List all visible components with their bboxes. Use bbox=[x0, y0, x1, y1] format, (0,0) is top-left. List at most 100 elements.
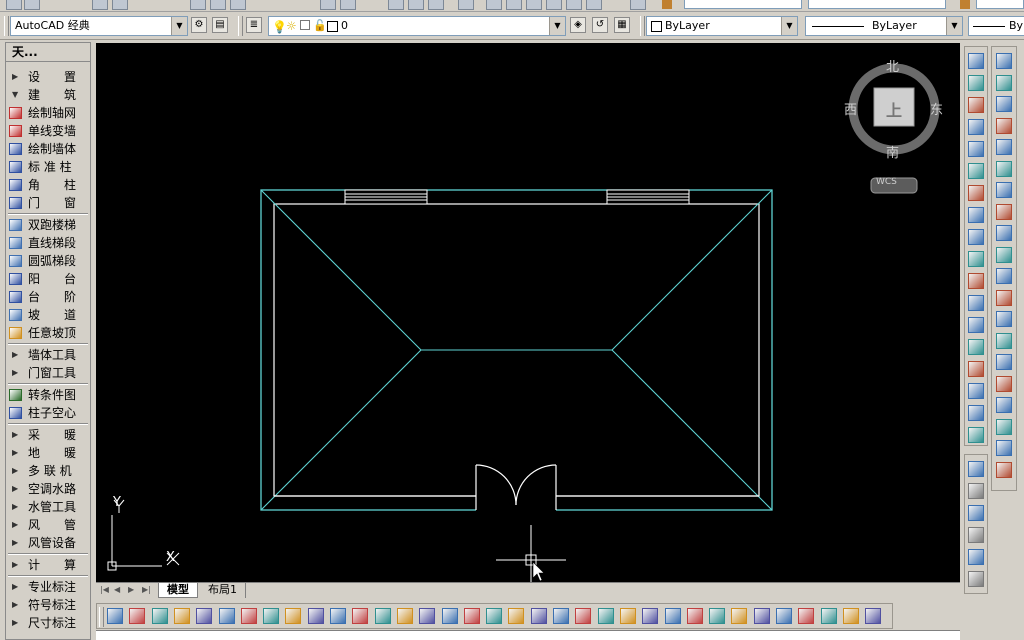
zoom-realtime-icon[interactable] bbox=[408, 0, 424, 10]
expand-arrow-icon[interactable]: ▶ bbox=[12, 556, 18, 574]
fillet-icon[interactable] bbox=[968, 383, 984, 399]
arc-dim-icon[interactable] bbox=[240, 608, 257, 624]
help-icon[interactable] bbox=[630, 0, 646, 10]
viewcube[interactable] bbox=[848, 63, 940, 194]
palette-item[interactable]: 柱子空心 bbox=[6, 404, 90, 422]
expand-arrow-icon[interactable]: ▶ bbox=[12, 426, 18, 444]
tab-prev-icon[interactable]: ◀ bbox=[114, 585, 120, 594]
expand-arrow-icon[interactable]: ▶ bbox=[12, 614, 18, 632]
palette-item[interactable]: 任意坡顶 bbox=[6, 324, 90, 342]
expand-arrow-icon[interactable]: ▶ bbox=[12, 346, 18, 364]
chevron-down-icon[interactable]: ▼ bbox=[781, 17, 797, 35]
blend-icon[interactable] bbox=[968, 405, 984, 421]
extend-icon[interactable] bbox=[968, 273, 984, 289]
zoom-window-icon[interactable] bbox=[428, 0, 444, 10]
tab-first-icon[interactable]: |◀ bbox=[100, 585, 109, 594]
toolbar-grip[interactable] bbox=[4, 16, 9, 36]
send-to-back-icon[interactable] bbox=[968, 483, 984, 499]
line-icon[interactable] bbox=[996, 53, 1012, 69]
edit-tool-icon[interactable] bbox=[798, 608, 815, 624]
palette-item[interactable]: 绘制轴网 bbox=[6, 104, 90, 122]
viewcube-north-label[interactable]: 北 bbox=[886, 56, 899, 75]
palette-item[interactable]: 绘制墙体 bbox=[6, 140, 90, 158]
palette-item[interactable]: 台 阶 bbox=[6, 288, 90, 306]
expand-arrow-icon[interactable]: ▶ bbox=[12, 534, 18, 552]
collapse-arrow-icon[interactable]: ▼ bbox=[12, 86, 18, 104]
toolbar-grip[interactable] bbox=[238, 16, 243, 36]
text-to-front-icon[interactable] bbox=[968, 549, 984, 565]
workspace-combo[interactable]: AutoCAD 经典 ▼ bbox=[10, 16, 188, 36]
workspace-save-icon[interactable]: ▤ bbox=[212, 17, 228, 33]
axis-dim-icon[interactable] bbox=[218, 608, 235, 624]
wall-dim-icon[interactable] bbox=[307, 608, 324, 624]
chevron-down-icon[interactable]: ▼ bbox=[946, 17, 962, 35]
copy-object-icon[interactable] bbox=[968, 75, 984, 91]
stair-dim-icon[interactable] bbox=[396, 608, 413, 624]
palette-title[interactable]: 天... bbox=[6, 43, 90, 62]
chevron-down-icon[interactable]: ▼ bbox=[171, 17, 187, 35]
rectangle-icon[interactable] bbox=[996, 139, 1012, 155]
arc-icon[interactable] bbox=[996, 160, 1012, 177]
grid-dim-icon[interactable] bbox=[419, 608, 436, 624]
design-center-icon[interactable] bbox=[506, 0, 522, 10]
tab-model[interactable]: 模型 bbox=[158, 583, 198, 598]
insert-block-icon[interactable] bbox=[996, 289, 1012, 306]
circle-icon[interactable] bbox=[996, 182, 1012, 198]
hatch-fill-icon[interactable] bbox=[686, 608, 703, 624]
linetype-combo[interactable]: ByLayer ▼ bbox=[805, 16, 963, 36]
palette-item[interactable]: 门 窗 bbox=[6, 194, 90, 212]
erase-icon[interactable] bbox=[968, 53, 984, 69]
preview-icon[interactable] bbox=[112, 0, 128, 10]
palette-item[interactable]: ▶ 风管设备 bbox=[6, 534, 90, 552]
properties-icon[interactable] bbox=[486, 0, 502, 10]
new-icon[interactable] bbox=[6, 0, 22, 10]
cut-icon[interactable] bbox=[190, 0, 206, 10]
viewcube-east-label[interactable]: 东 bbox=[930, 99, 943, 118]
expand-arrow-icon[interactable]: ▶ bbox=[12, 444, 18, 462]
cut-icon[interactable] bbox=[508, 608, 525, 624]
palette-item[interactable]: 角 柱 bbox=[6, 176, 90, 194]
scale-icon[interactable] bbox=[968, 207, 984, 223]
tab-layout1[interactable]: 布局1 bbox=[200, 583, 246, 598]
ellipse-icon[interactable] bbox=[996, 246, 1012, 263]
expand-arrow-icon[interactable]: ▶ bbox=[12, 578, 18, 596]
tab-last-icon[interactable]: ▶| bbox=[142, 585, 151, 594]
chevron-down-icon[interactable]: ▼ bbox=[549, 17, 565, 35]
layer-previous-icon[interactable]: ↺ bbox=[592, 17, 608, 33]
expand-arrow-icon[interactable]: ▶ bbox=[12, 68, 18, 86]
table-icon[interactable] bbox=[996, 418, 1012, 435]
chamfer-icon[interactable] bbox=[968, 361, 984, 377]
layout-icon[interactable] bbox=[129, 608, 146, 624]
offset-icon[interactable] bbox=[968, 119, 984, 135]
workspace-settings-icon[interactable]: ⚙ bbox=[191, 17, 207, 33]
level-icon[interactable] bbox=[441, 608, 458, 624]
point-icon[interactable] bbox=[996, 332, 1012, 349]
text-icon[interactable] bbox=[642, 608, 659, 624]
sheet-set-icon[interactable] bbox=[546, 0, 562, 10]
stretch-icon[interactable] bbox=[968, 229, 984, 245]
detail-icon[interactable] bbox=[530, 608, 547, 624]
viewcube-west-label[interactable]: 西 bbox=[844, 99, 857, 118]
layer-states-icon[interactable]: ▦ bbox=[614, 17, 630, 33]
palette-item[interactable]: 标 准 柱 bbox=[6, 158, 90, 176]
paste-icon[interactable] bbox=[230, 0, 246, 10]
palette-item[interactable]: 圆弧梯段 bbox=[6, 252, 90, 270]
palette-item[interactable]: 双跑楼梯 bbox=[6, 216, 90, 234]
leader-icon[interactable] bbox=[263, 608, 280, 624]
undo-icon[interactable] bbox=[320, 0, 336, 10]
ellipse-arc-icon[interactable] bbox=[996, 268, 1012, 284]
viewcube-south-label[interactable]: 南 bbox=[886, 142, 899, 161]
tool-palettes-icon[interactable] bbox=[526, 0, 542, 10]
dimstyle-combo[interactable] bbox=[684, 0, 802, 9]
palette-item[interactable]: 直线梯段 bbox=[6, 234, 90, 252]
spline-icon[interactable] bbox=[996, 225, 1012, 241]
expand-arrow-icon[interactable]: ▶ bbox=[12, 480, 18, 498]
break-at-point-icon[interactable] bbox=[968, 295, 984, 311]
symbol-icon[interactable] bbox=[709, 608, 726, 624]
toolbar-grip[interactable] bbox=[99, 607, 104, 627]
toolbar-grip[interactable] bbox=[640, 16, 645, 36]
door-dim-icon[interactable] bbox=[330, 608, 346, 624]
zoom-previous-icon[interactable] bbox=[458, 0, 474, 10]
explode-icon[interactable] bbox=[968, 427, 984, 443]
object-tool-icon[interactable] bbox=[776, 608, 792, 624]
